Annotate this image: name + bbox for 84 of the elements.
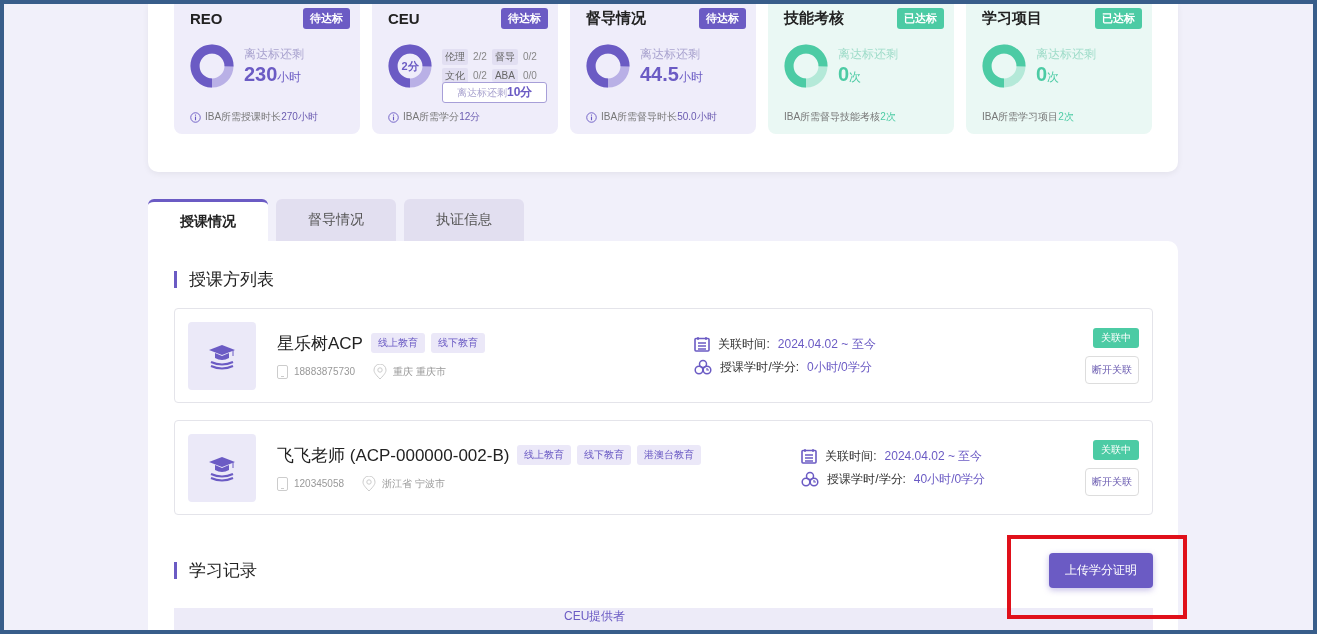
status-badge: 关联中 [1093,327,1139,348]
status-badge: 关联中 [1093,439,1139,460]
section-title: 学习记录 [174,562,257,579]
disconnect-button[interactable]: 断开关联 [1085,467,1139,496]
card-title: 学习项目 [982,9,1042,28]
note-text: IBA所需督导技能考核 [784,110,881,124]
remaining-value: 0次 [1036,63,1061,86]
status-badge: 待达标 [501,8,548,29]
info-icon [388,111,399,123]
remaining-value: 0次 [838,63,863,86]
hours-value: 40小时/0学分 [913,470,986,488]
location: 重庆 重庆市 [393,364,446,379]
remaining-label: 离达标还剩 [838,46,898,63]
category-label: 文化 [442,67,468,84]
phone-number: 18883875730 [294,366,356,377]
tab[interactable]: 授课情况 [148,199,268,241]
category-label: 督导 [491,48,518,65]
category-value: 0/2 [473,70,487,81]
category-label: 伦理 [442,48,468,65]
card-title: 督导情况 [586,9,646,28]
ring-icon [190,44,234,88]
time-label: 关联时间: [825,447,877,465]
people-clock-icon [694,359,713,375]
tag: 线上教育 [517,445,572,465]
note-text: IBA所需学习项目 [982,110,1059,124]
calendar-icon [694,336,711,352]
provider-name: 飞飞老师 (ACP-000000-002-B) [277,444,510,467]
location-pin-icon [362,475,377,492]
category-value: 0/0 [522,70,537,81]
phone-icon [277,364,288,379]
remaining-box: 离达标还剩10分 [442,82,548,103]
time-value: 2024.04.02 ~ 至今 [884,447,983,465]
category-label: ABA [491,69,518,82]
ring-icon [784,44,828,88]
status-badge: 已达标 [1095,8,1142,29]
section-title: 授课方列表 [174,271,274,288]
remaining-label: 离达标还剩 [640,46,701,63]
hours-value: 0小时/0学分 [807,358,872,376]
tag: 港澳台教育 [637,445,702,465]
note-value: 50.0小时 [677,110,717,124]
tag: 线下教育 [577,445,632,465]
location-pin-icon [373,363,388,380]
hours-label: 授课学时/学分: [827,470,906,488]
note-value: 2次 [1058,110,1074,124]
note-value: 12分 [459,110,481,124]
time-label: 关联时间: [718,335,770,353]
calendar-icon [801,448,818,464]
tab[interactable]: 执证信息 [404,199,524,241]
remaining-label: 离达标还剩 [1036,46,1096,63]
note-text: IBA所需督导时长 [601,110,678,124]
people-clock-icon [801,471,820,487]
note-text: IBA所需授课时长 [205,110,282,124]
card-title: 技能考核 [784,9,844,28]
card-title: CEU [388,10,420,27]
status-badge: 待达标 [699,8,746,29]
upload-button[interactable]: 上传学分证明 [1049,553,1153,588]
donut-value: 2分 [401,58,419,74]
ring-icon [388,44,432,88]
column-header: CEU提供者 [564,608,626,625]
info-icon [190,111,201,123]
hours-label: 授课学时/学分: [720,358,800,376]
note-value: 2次 [880,110,896,124]
tag: 线下教育 [430,333,485,353]
phone-icon [277,476,288,491]
location: 浙江省 宁波市 [382,476,445,491]
phone-number: 120345058 [294,478,345,489]
ring-icon [586,44,630,88]
time-value: 2024.04.02 ~ 至今 [777,335,876,353]
category-value: 0/2 [522,51,537,62]
note-value: 270小时 [281,110,318,124]
ring-icon [982,44,1026,88]
tab[interactable]: 督导情况 [276,199,396,241]
remaining-label: 离达标还剩 [244,46,304,63]
disconnect-button[interactable]: 断开关联 [1085,355,1139,384]
remaining-value: 230小时 [244,63,303,86]
status-badge: 待达标 [303,8,350,29]
info-icon [586,111,597,123]
status-badge: 已达标 [897,8,944,29]
category-value: 2/2 [473,51,487,62]
card-title: REO [190,10,223,27]
provider-name: 星乐树ACP [277,332,363,355]
remaining-value: 44.5小时 [640,63,703,86]
note-text: IBA所需学分 [403,110,460,124]
tag: 线上教育 [370,333,425,353]
